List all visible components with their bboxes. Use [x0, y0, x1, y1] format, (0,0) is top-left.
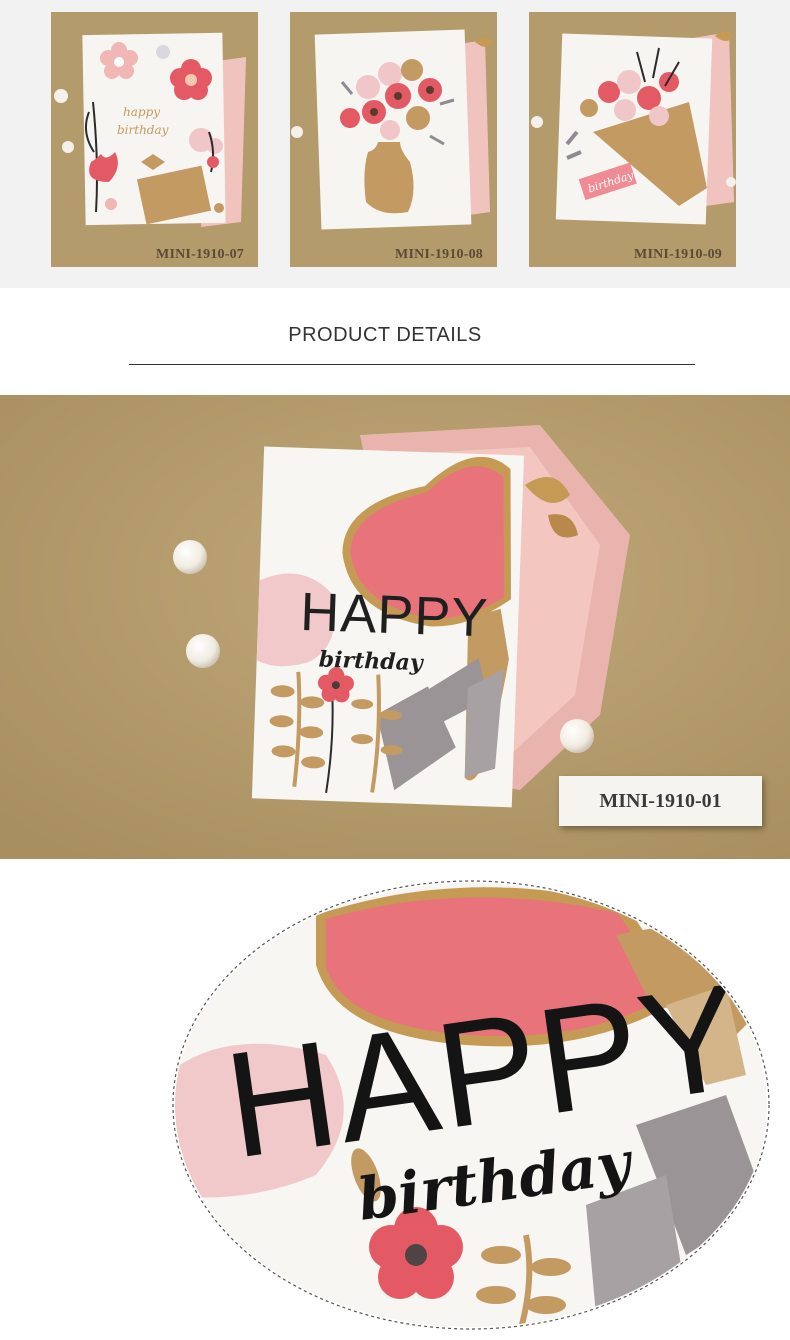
section-divider — [129, 364, 695, 365]
card-photo-3: birthday — [529, 12, 736, 267]
card-photo-1: happy birthday — [51, 12, 258, 267]
variant-code: MINI-1910-09 — [634, 247, 722, 262]
variant-gallery: happy birthday MINI-1910-07 MINI-1910-08… — [0, 0, 790, 288]
pearl — [560, 719, 594, 753]
variant-thumbnail-2[interactable]: MINI-1910-08 — [290, 12, 497, 267]
section-title: PRODUCT DETAILS — [288, 324, 482, 346]
pearl — [186, 634, 220, 668]
main-product-photo: HAPPY birthday MINI-1910-01 — [0, 395, 790, 859]
card-greeting-line1: happy — [123, 105, 160, 119]
variant-code: MINI-1910-07 — [156, 247, 244, 262]
pearl — [173, 540, 207, 574]
card-photo-2 — [290, 12, 497, 267]
variant-thumbnail-1[interactable]: happy birthday MINI-1910-07 — [51, 12, 258, 267]
closeup-detail-oval: HAPPY birthday — [172, 880, 770, 1330]
variant-thumbnail-3[interactable]: birthday MINI-1910-09 — [529, 12, 736, 267]
product-code-label: MINI-1910-01 — [559, 776, 762, 826]
card-greeting-line2: birthday — [117, 123, 169, 137]
variant-code: MINI-1910-08 — [395, 247, 483, 262]
main-card-greeting-line1: HAPPY — [299, 582, 489, 649]
main-card-greeting-line2: birthday — [318, 647, 425, 677]
